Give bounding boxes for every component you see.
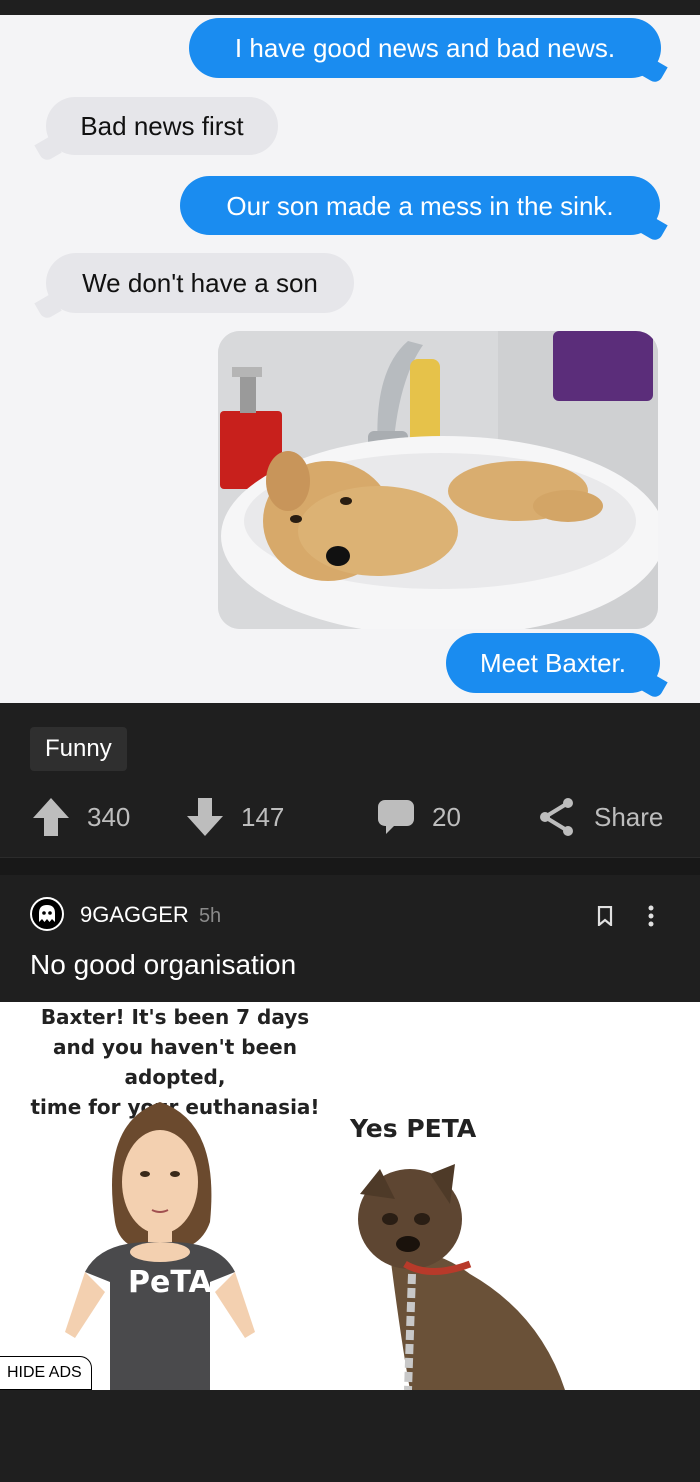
message-text: We don't have a son [82,268,318,298]
post-image-meme[interactable]: Baxter! It's been 7 days and you haven't… [0,1002,700,1390]
more-options-button[interactable] [640,903,662,929]
avatar[interactable] [30,897,64,931]
ghost-icon [39,905,55,922]
bottom-area [0,1390,700,1482]
message-text: Our son made a mess in the sink. [226,190,614,221]
tag-funny[interactable]: Funny [30,727,127,771]
message-text: Bad news first [80,111,244,141]
post-header: 9GAGGER 5h No good organisation [0,875,700,1002]
comment-icon [378,800,414,834]
author-name[interactable]: 9GAGGER [80,902,189,927]
upvote-count: 340 [87,801,131,832]
message-bubble-sent: Our son made a mess in the sink. [180,176,660,235]
puppy-in-sink-photo [218,331,658,629]
post-title[interactable]: No good organisation [30,949,296,981]
dog-illustration [358,1164,565,1390]
message-bubble-received: We don't have a son [46,253,354,313]
message-text: I have good news and bad news. [234,33,616,63]
post-age: 5h [198,905,222,927]
comment-count: 20 [432,801,461,832]
top-bar [0,0,700,15]
share-icon [540,798,573,836]
shirt-text: PeTA [128,1265,212,1300]
post-separator [0,857,700,875]
downvote-button[interactable]: 147 [187,797,284,837]
share-button[interactable]: Share [538,797,663,837]
message-text: Meet Baxter. [480,648,626,678]
arrow-down-icon [187,798,223,836]
meme-reply-text: Yes PETA [350,1114,477,1143]
post-image-chat[interactable]: I have good news and bad news. Bad news … [0,15,700,703]
comments-button[interactable]: 20 [378,797,461,837]
hide-ads-button[interactable]: HIDE ADS [0,1356,92,1390]
meme-caption-line: Baxter! It's been 7 days [40,1005,310,1029]
woman-illustration: PeTA [65,1102,255,1390]
save-button[interactable] [594,905,616,927]
arrow-up-icon [33,798,69,836]
message-bubble-sent: I have good news and bad news. [189,18,661,78]
post-actions-panel: Funny 340 147 20 Share [0,703,700,857]
downvote-count: 147 [241,801,285,832]
upvote-button[interactable]: 340 [33,797,130,837]
bookmark-icon [597,906,613,926]
share-label: Share [594,801,664,832]
author-line: 9GAGGER 5h [80,902,221,928]
meme-caption-line: and you haven't been adopted, [53,1035,297,1089]
message-bubble-received: Bad news first [46,97,278,155]
message-bubble-sent: Meet Baxter. [446,633,660,693]
more-vertical-icon [648,905,654,927]
